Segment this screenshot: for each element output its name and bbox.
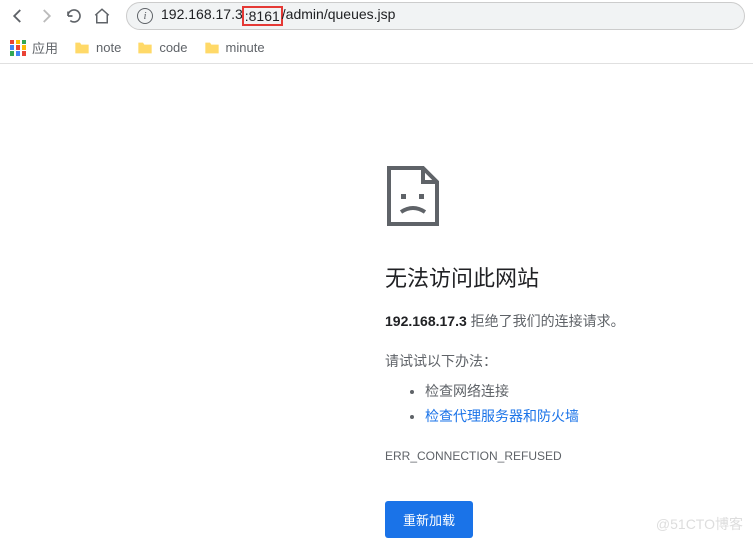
apps-label: 应用: [32, 38, 58, 57]
folder-icon: [204, 41, 220, 55]
error-host: 192.168.17.3: [385, 313, 467, 329]
bookmark-label: minute: [226, 40, 265, 55]
proxy-firewall-link[interactable]: 检查代理服务器和防火墙: [425, 408, 579, 424]
bookmark-note[interactable]: note: [74, 40, 121, 55]
bookmark-label: note: [96, 40, 121, 55]
url-host: 192.168.17.3: [161, 6, 243, 26]
sad-document-icon: [385, 164, 441, 228]
forward-button[interactable]: [36, 6, 56, 26]
bookmark-label: code: [159, 40, 187, 55]
bookmarks-bar: 应用 note code minute: [0, 32, 753, 64]
suggestion-check-network: 检查网络连接: [425, 379, 753, 404]
home-button[interactable]: [92, 6, 112, 26]
back-button[interactable]: [8, 6, 28, 26]
bookmark-code[interactable]: code: [137, 40, 187, 55]
bookmark-minute[interactable]: minute: [204, 40, 265, 55]
watermark: @51CTO博客: [656, 514, 743, 534]
suggestion-check-proxy: 检查代理服务器和防火墙: [425, 404, 753, 429]
folder-icon: [137, 41, 153, 55]
url-text: 192.168.17.3:8161/admin/queues.jsp: [161, 6, 395, 26]
error-try-label: 请试试以下办法：: [385, 351, 753, 371]
error-desc-text: 拒绝了我们的连接请求。: [467, 313, 625, 329]
folder-icon: [74, 41, 90, 55]
error-page: 无法访问此网站 192.168.17.3 拒绝了我们的连接请求。 请试试以下办法…: [0, 64, 753, 538]
reload-page-button[interactable]: 重新加载: [385, 501, 473, 538]
error-description: 192.168.17.3 拒绝了我们的连接请求。: [385, 311, 753, 331]
address-bar[interactable]: i 192.168.17.3:8161/admin/queues.jsp: [126, 2, 745, 30]
site-info-icon[interactable]: i: [137, 8, 153, 24]
error-code: ERR_CONNECTION_REFUSED: [385, 449, 753, 463]
error-title: 无法访问此网站: [385, 261, 753, 293]
url-path: /admin/queues.jsp: [282, 6, 396, 26]
error-suggestions: 检查网络连接 检查代理服务器和防火墙: [385, 379, 753, 429]
apps-button[interactable]: 应用: [10, 38, 58, 57]
url-port-highlight: :8161: [242, 6, 283, 26]
apps-icon: [10, 40, 26, 56]
browser-toolbar: i 192.168.17.3:8161/admin/queues.jsp: [0, 0, 753, 32]
reload-button[interactable]: [64, 6, 84, 26]
